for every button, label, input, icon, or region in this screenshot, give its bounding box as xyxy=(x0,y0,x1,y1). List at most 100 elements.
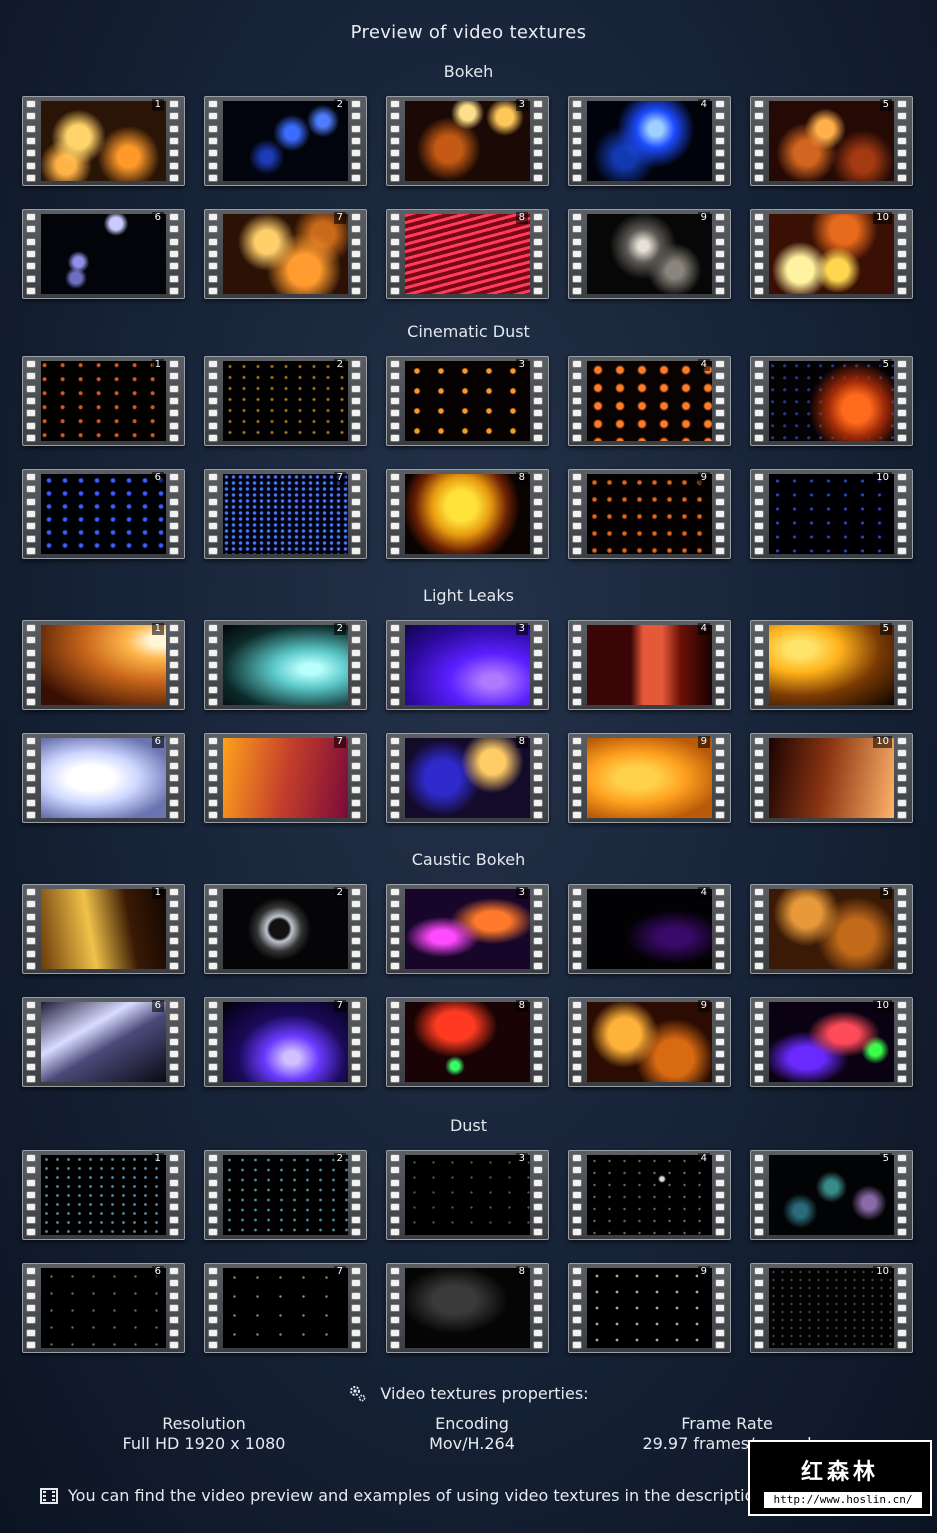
film-perforations xyxy=(572,624,584,706)
film-hole xyxy=(572,249,582,258)
film-hole xyxy=(897,124,907,133)
film-hole xyxy=(715,1037,725,1046)
thumbnail-number: 10 xyxy=(873,472,892,484)
film-hole xyxy=(754,262,764,271)
film-hole xyxy=(351,149,361,158)
film-hole xyxy=(754,1074,764,1083)
film-hole xyxy=(169,1037,179,1046)
film-hole xyxy=(754,149,764,158)
film-hole xyxy=(897,798,907,807)
film-hole xyxy=(351,1227,361,1236)
film-hole xyxy=(754,1154,764,1162)
film-hole xyxy=(572,648,582,657)
film-hole xyxy=(26,497,36,506)
texture-preview-image xyxy=(769,1268,894,1348)
film-hole xyxy=(208,274,218,283)
film-perforations xyxy=(169,1267,181,1349)
texture-preview-image xyxy=(769,889,894,969)
film-hole xyxy=(390,372,400,381)
film-hole xyxy=(390,798,400,807)
film-hole xyxy=(715,636,725,645)
film-hole xyxy=(169,1267,179,1275)
film-frame-thumbnail: 4 xyxy=(568,356,731,446)
film-perforations xyxy=(715,624,727,706)
texture-preview-image xyxy=(587,738,712,818)
texture-preview-image xyxy=(405,361,530,441)
film-hole xyxy=(754,685,764,694)
film-frame-thumbnail: 9 xyxy=(568,209,731,299)
film-frame-thumbnail: 1 xyxy=(22,356,185,446)
film-hole xyxy=(26,173,36,182)
film-hole xyxy=(715,673,725,682)
film-hole xyxy=(208,1037,218,1046)
film-hole xyxy=(754,949,764,958)
film-hole xyxy=(208,384,218,393)
film-hole xyxy=(754,961,764,970)
film-perforations xyxy=(572,100,584,182)
film-hole xyxy=(754,161,764,170)
texture-preview-image xyxy=(405,1155,530,1235)
film-hole xyxy=(169,112,179,121)
film-hole xyxy=(754,249,764,258)
texture-preview-image xyxy=(41,1268,166,1348)
film-hole xyxy=(572,673,582,682)
film-hole xyxy=(715,433,725,442)
film-hole xyxy=(754,409,764,418)
thumbnail-number: 7 xyxy=(333,212,346,224)
film-hole xyxy=(715,1025,725,1034)
thumbnail-number: 2 xyxy=(333,623,346,635)
film-frame-thumbnail: 5 xyxy=(750,1150,913,1240)
film-hole xyxy=(533,912,543,921)
film-hole xyxy=(169,761,179,770)
film-hole xyxy=(572,761,582,770)
film-perforations xyxy=(533,888,545,970)
thumbnail-number: 9 xyxy=(697,212,710,224)
film-hole xyxy=(533,534,543,543)
film-hole xyxy=(169,473,179,481)
thumbnail-number: 2 xyxy=(333,99,346,111)
film-hole xyxy=(208,237,218,246)
film-hole xyxy=(715,161,725,170)
film-hole xyxy=(26,761,36,770)
film-perforations xyxy=(208,473,220,555)
film-hole xyxy=(26,798,36,807)
film-hole xyxy=(208,1316,218,1325)
film-hole xyxy=(572,1303,582,1312)
film-hole xyxy=(572,522,582,531)
film-hole xyxy=(169,673,179,682)
texture-preview-image xyxy=(769,101,894,181)
film-hole xyxy=(208,124,218,133)
film-perforations xyxy=(26,1001,38,1083)
film-frame-thumbnail: 5 xyxy=(750,884,913,974)
film-hole xyxy=(754,798,764,807)
film-hole xyxy=(715,112,725,121)
thumbnail-number: 7 xyxy=(333,472,346,484)
film-hole xyxy=(572,1013,582,1022)
film-hole xyxy=(897,274,907,283)
film-hole xyxy=(533,1050,543,1059)
texture-preview-image xyxy=(587,1155,712,1235)
film-hole xyxy=(572,949,582,958)
film-frame-thumbnail: 6 xyxy=(22,997,185,1087)
section-title: Light Leaks xyxy=(423,586,514,605)
film-hole xyxy=(208,1328,218,1337)
texture-preview-image xyxy=(223,889,348,969)
properties-header: Video textures properties: xyxy=(0,1384,937,1403)
film-hole xyxy=(572,372,582,381)
film-hole xyxy=(897,396,907,405)
film-hole xyxy=(897,1037,907,1046)
film-hole xyxy=(715,173,725,182)
film-hole xyxy=(26,1227,36,1236)
film-hole xyxy=(533,421,543,430)
film-frame-thumbnail: 6 xyxy=(22,469,185,559)
film-hole xyxy=(572,1037,582,1046)
film-hole xyxy=(715,100,725,108)
film-frame-thumbnail: 10 xyxy=(750,733,913,823)
film-hole xyxy=(897,937,907,946)
film-hole xyxy=(533,286,543,295)
film-hole xyxy=(754,473,764,481)
film-hole xyxy=(26,648,36,657)
film-hole xyxy=(897,924,907,933)
film-hole xyxy=(533,173,543,182)
film-hole xyxy=(208,888,218,896)
